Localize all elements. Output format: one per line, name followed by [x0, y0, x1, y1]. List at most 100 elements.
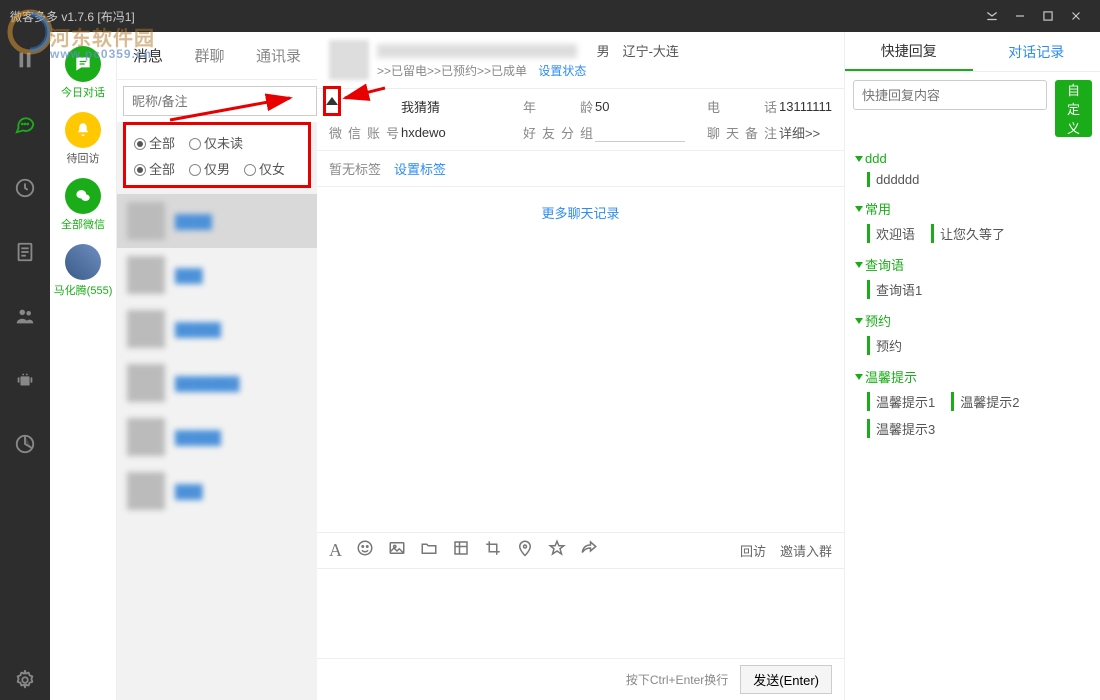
account-avatar[interactable]: 马化腾(555): [54, 244, 113, 298]
nav-android-icon[interactable]: [5, 360, 45, 400]
location-icon[interactable]: [516, 539, 534, 562]
chat-panel: 男 辽宁-大连 >>已留电>>已预约>>已成单 设置状态 名我猜猜 年 龄50 …: [317, 32, 845, 700]
nav-chat-icon[interactable]: [5, 104, 45, 144]
reply-item[interactable]: dddddd: [867, 172, 919, 187]
reply-group-header[interactable]: 查询语: [855, 253, 1090, 276]
no-tag-text: 暂无标签: [329, 162, 381, 177]
reply-item[interactable]: 预约: [867, 336, 902, 355]
reply-group-header[interactable]: 常用: [855, 197, 1090, 220]
list-item[interactable]: █████: [117, 302, 317, 356]
tab-chat-log[interactable]: 对话记录: [973, 32, 1100, 71]
message-textarea[interactable]: [317, 568, 844, 658]
nav-pause-icon[interactable]: [5, 40, 45, 80]
age-value: 50: [595, 99, 705, 114]
list-item[interactable]: ███: [117, 248, 317, 302]
menu-icon[interactable]: [978, 2, 1006, 30]
font-icon[interactable]: A: [329, 540, 342, 561]
nav-clock-icon[interactable]: [5, 168, 45, 208]
reply-group: 预约预约: [855, 309, 1090, 359]
search-input[interactable]: [123, 86, 317, 116]
send-hint: 按下Ctrl+Enter换行: [626, 671, 728, 688]
filter-male[interactable]: 仅男: [189, 159, 230, 178]
remark-label: 聊天备注: [707, 123, 777, 142]
nav-piechart-icon[interactable]: [5, 424, 45, 464]
revisit-link[interactable]: 回访: [740, 541, 766, 560]
emoji-icon[interactable]: [356, 539, 374, 562]
contact-gender-location: 男 辽宁-大连: [597, 41, 679, 60]
reply-group-header[interactable]: ddd: [855, 149, 1090, 168]
tab-quick-reply[interactable]: 快捷回复: [845, 32, 973, 71]
wxid-label: 微信账号: [329, 123, 399, 142]
close-icon[interactable]: [1062, 2, 1090, 30]
tab-contacts[interactable]: 通讯录: [256, 45, 301, 66]
reply-item[interactable]: 欢迎语: [867, 224, 915, 243]
reply-item[interactable]: 让您久等了: [931, 224, 1005, 243]
filter-unread[interactable]: 仅未读: [189, 133, 243, 152]
tab-messages[interactable]: 消息: [133, 45, 163, 66]
nav-sidebar: [0, 32, 50, 700]
list-item[interactable]: ███████: [117, 356, 317, 410]
set-status-link[interactable]: 设置状态: [538, 62, 586, 79]
chevron-down-icon: [855, 206, 863, 212]
reply-group: ddddddddd: [855, 149, 1090, 191]
triangle-up-icon: [326, 97, 338, 105]
chevron-down-icon: [855, 156, 863, 162]
nav-doc-icon[interactable]: [5, 232, 45, 272]
send-button[interactable]: 发送(Enter): [740, 665, 832, 694]
group-select[interactable]: [595, 122, 685, 142]
crop-icon[interactable]: [484, 539, 502, 562]
reply-item[interactable]: 温馨提示2: [951, 392, 1019, 411]
minimize-icon[interactable]: [1006, 2, 1034, 30]
reply-item[interactable]: 温馨提示1: [867, 392, 935, 411]
detail-link[interactable]: 详细>>: [779, 123, 832, 142]
conversation-column: 消息 群聊 通讯录 全部 仅未读 全部 仅男 仅女 ████ ███ █████…: [117, 32, 317, 700]
customize-button[interactable]: 自定义: [1055, 80, 1092, 137]
filter-panel: 全部 仅未读 全部 仅男 仅女: [123, 122, 311, 188]
today-chat-button[interactable]: 今日对话: [61, 46, 105, 100]
nav-settings-icon[interactable]: [5, 660, 45, 700]
name-value: 我猜猜: [401, 97, 521, 116]
tab-groupchat[interactable]: 群聊: [194, 45, 224, 66]
maximize-icon[interactable]: [1034, 2, 1062, 30]
chat-messages-area: [317, 238, 844, 532]
nav-users-icon[interactable]: [5, 296, 45, 336]
reply-group: 温馨提示温馨提示1 温馨提示2 温馨提示3: [855, 365, 1090, 442]
list-item[interactable]: █████: [117, 410, 317, 464]
filter-all-gender[interactable]: 全部: [134, 159, 175, 178]
editor-toolbar: A 回访 邀请入群: [317, 533, 844, 568]
reply-item[interactable]: 查询语1: [867, 280, 922, 299]
conversation-list: ████ ███ █████ ███████ █████ ███: [117, 194, 317, 700]
chevron-down-icon: [855, 374, 863, 380]
filter-female[interactable]: 仅女: [244, 159, 285, 178]
wxid-value: hxdewo: [401, 125, 521, 140]
set-tag-link[interactable]: 设置标签: [394, 162, 446, 177]
account-name: 马化腾(555): [54, 282, 113, 298]
list-item[interactable]: ████: [117, 194, 317, 248]
tel-value: 13111111: [779, 99, 832, 114]
screenshot-icon[interactable]: [452, 539, 470, 562]
list-item[interactable]: ███: [117, 464, 317, 518]
more-chat-log-link[interactable]: 更多聊天记录: [317, 187, 844, 238]
reply-group-header[interactable]: 预约: [855, 309, 1090, 332]
share-icon[interactable]: [580, 539, 598, 562]
image-icon[interactable]: [388, 539, 406, 562]
quick-reply-search[interactable]: [853, 80, 1047, 110]
invite-group-link[interactable]: 邀请入群: [780, 541, 832, 560]
all-wechat-button[interactable]: 全部微信: [61, 178, 105, 232]
contact-avatar[interactable]: [329, 40, 369, 80]
folder-icon[interactable]: [420, 539, 438, 562]
bell-icon: [65, 112, 101, 148]
reply-item[interactable]: 温馨提示3: [867, 419, 935, 438]
pending-visit-button[interactable]: 待回访: [65, 112, 101, 166]
chat-bubble-icon: [65, 46, 101, 82]
reply-group: 常用欢迎语让您久等了: [855, 197, 1090, 247]
filter-dropdown-button[interactable]: [323, 86, 341, 116]
app-title: 微客多多 v1.7.6 [布冯1]: [10, 8, 978, 25]
filter-all-read[interactable]: 全部: [134, 133, 175, 152]
titlebar: 微客多多 v1.7.6 [布冯1]: [0, 0, 1100, 32]
wechat-icon: [65, 178, 101, 214]
reply-group: 查询语查询语1: [855, 253, 1090, 303]
reply-group-header[interactable]: 温馨提示: [855, 365, 1090, 388]
star-icon[interactable]: [548, 539, 566, 562]
right-panel: 快捷回复 对话记录 自定义 ddddddddd常用欢迎语让您久等了查询语查询语1…: [845, 32, 1100, 700]
